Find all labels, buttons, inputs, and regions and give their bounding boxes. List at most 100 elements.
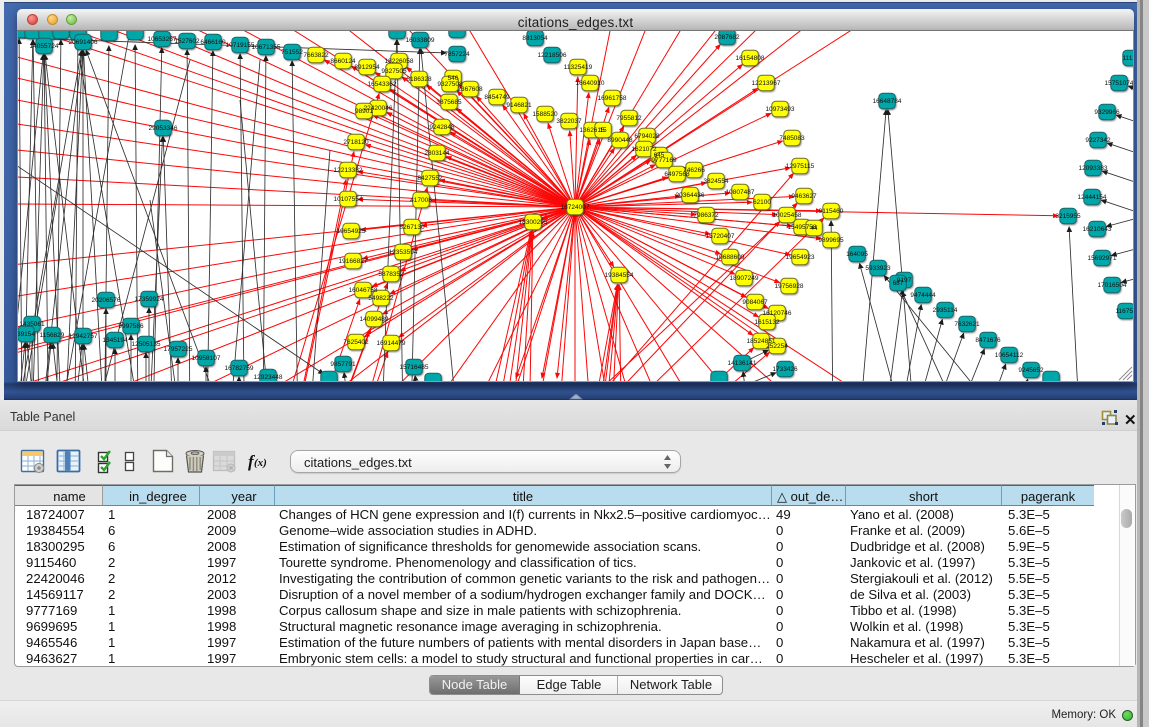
svg-text:9857791: 9857791 bbox=[330, 361, 356, 368]
svg-text:16046758: 16046758 bbox=[349, 287, 378, 294]
svg-text:417008: 417008 bbox=[410, 197, 432, 204]
svg-text:5498222: 5498222 bbox=[368, 295, 394, 302]
svg-text:16648784: 16648784 bbox=[873, 98, 902, 105]
svg-text:8660124: 8660124 bbox=[330, 58, 356, 65]
svg-text:10654112: 10654112 bbox=[995, 352, 1024, 359]
svg-text:15692971: 15692971 bbox=[1088, 255, 1117, 262]
svg-text:5878352: 5878352 bbox=[378, 271, 404, 278]
svg-text:15716485: 15716485 bbox=[400, 364, 429, 371]
svg-text:7632621: 7632621 bbox=[954, 321, 980, 328]
svg-text:7485083: 7485083 bbox=[779, 135, 805, 142]
svg-text:9474444: 9474444 bbox=[910, 292, 936, 299]
svg-text:252254: 252254 bbox=[766, 343, 788, 350]
svg-text:9084067: 9084067 bbox=[742, 299, 768, 306]
svg-text:18226058: 18226058 bbox=[385, 58, 414, 65]
svg-text:9329966: 9329966 bbox=[1094, 109, 1120, 116]
svg-text:3822037: 3822037 bbox=[556, 118, 582, 125]
svg-text:29053346: 29053346 bbox=[149, 125, 178, 132]
svg-text:8912954: 8912954 bbox=[354, 64, 380, 71]
svg-text:9146821: 9146821 bbox=[506, 102, 532, 109]
svg-text:16961758: 16961758 bbox=[598, 95, 627, 102]
svg-text:10807487: 10807487 bbox=[726, 189, 755, 196]
svg-text:16120746: 16120746 bbox=[763, 310, 792, 317]
svg-text:687: 687 bbox=[893, 280, 904, 287]
svg-text:62100: 62100 bbox=[753, 199, 771, 206]
svg-text:20364436: 20364436 bbox=[676, 192, 705, 199]
svg-text:12975115: 12975115 bbox=[786, 163, 815, 170]
svg-text:16914479: 16914479 bbox=[377, 340, 406, 347]
svg-text:6466160: 6466160 bbox=[200, 39, 226, 46]
svg-text:16154808: 16154808 bbox=[736, 55, 765, 62]
svg-text:3875685: 3875685 bbox=[436, 99, 462, 106]
svg-text:9997586: 9997586 bbox=[118, 323, 144, 330]
svg-text:17957225: 17957225 bbox=[164, 346, 193, 353]
svg-text:12218506: 12218506 bbox=[538, 52, 567, 59]
svg-text:2087682: 2087682 bbox=[714, 34, 740, 41]
svg-text:12444154: 12444154 bbox=[1078, 194, 1107, 201]
svg-text:12213967: 12213967 bbox=[752, 80, 781, 87]
svg-text:20691406: 20691406 bbox=[69, 39, 98, 46]
svg-text:8454749: 8454749 bbox=[484, 94, 510, 101]
svg-text:10025458: 10025458 bbox=[773, 212, 802, 219]
svg-text:10973493: 10973493 bbox=[766, 106, 795, 113]
svg-text:8990448: 8990448 bbox=[607, 137, 633, 144]
svg-text:19654925: 19654925 bbox=[337, 228, 366, 235]
svg-text:10719155: 10719155 bbox=[226, 42, 255, 49]
svg-text:8267130: 8267130 bbox=[399, 224, 425, 231]
svg-text:19166827: 19166827 bbox=[339, 258, 368, 265]
svg-text:164095: 164095 bbox=[846, 251, 868, 258]
svg-text:39154: 39154 bbox=[17, 331, 35, 338]
svg-text:7663822: 7663822 bbox=[303, 52, 329, 59]
svg-text:9463627: 9463627 bbox=[791, 193, 817, 200]
svg-text:12093383: 12093383 bbox=[1079, 165, 1108, 172]
svg-text:14055724: 14055724 bbox=[30, 43, 59, 50]
svg-text:6794028: 6794028 bbox=[634, 133, 660, 140]
svg-text:18907249: 18907249 bbox=[730, 275, 759, 282]
svg-text:18300295: 18300295 bbox=[519, 219, 548, 226]
svg-text:1435061: 1435061 bbox=[19, 321, 45, 328]
svg-text:17359924: 17359924 bbox=[135, 296, 164, 303]
svg-text:1156829: 1156829 bbox=[40, 332, 65, 339]
svg-text:3824554: 3824554 bbox=[703, 178, 729, 185]
svg-text:44: 44 bbox=[810, 225, 818, 232]
svg-text:98901: 98901 bbox=[355, 108, 373, 115]
svg-text:2367608: 2367608 bbox=[457, 86, 483, 93]
svg-text:16033809: 16033809 bbox=[406, 37, 435, 44]
svg-text:18724007: 18724007 bbox=[561, 204, 590, 211]
svg-text:10958107: 10958107 bbox=[192, 355, 221, 362]
svg-text:9245652: 9245652 bbox=[1018, 367, 1044, 374]
svg-text:7857224: 7857224 bbox=[444, 51, 470, 58]
svg-text:(x): (x) bbox=[254, 457, 267, 469]
svg-text:1615132: 1615132 bbox=[754, 319, 780, 326]
svg-text:3215955: 3215955 bbox=[1055, 213, 1081, 220]
svg-text:14099489: 14099489 bbox=[360, 316, 389, 323]
svg-text:9899695: 9899695 bbox=[818, 237, 844, 244]
svg-text:8427552: 8427552 bbox=[417, 175, 443, 182]
svg-text:751552: 751552 bbox=[281, 49, 303, 56]
svg-text:12942757: 12942757 bbox=[69, 333, 98, 340]
svg-text:10107554: 10107554 bbox=[334, 196, 363, 203]
svg-text:2935114: 2935114 bbox=[933, 307, 958, 314]
svg-text:5933923: 5933923 bbox=[865, 265, 891, 272]
svg-text:19654923: 19654923 bbox=[786, 254, 815, 261]
svg-text:16640910: 16640910 bbox=[576, 80, 605, 87]
svg-text:9327505: 9327505 bbox=[381, 68, 407, 75]
svg-text:12213382: 12213382 bbox=[334, 167, 363, 174]
svg-text:15: 15 bbox=[599, 127, 607, 134]
svg-text:116753: 116753 bbox=[1115, 308, 1134, 315]
svg-text:10688609: 10688609 bbox=[716, 254, 745, 261]
svg-text:7986372: 7986372 bbox=[693, 212, 719, 219]
svg-text:16782759: 16782759 bbox=[225, 365, 254, 372]
svg-text:12505135: 12505135 bbox=[132, 341, 161, 348]
svg-text:8186328: 8186328 bbox=[406, 76, 432, 83]
svg-text:10653267: 10653267 bbox=[148, 36, 177, 43]
svg-text:19756928: 19756928 bbox=[775, 283, 804, 290]
svg-text:1733426: 1733426 bbox=[772, 366, 798, 373]
svg-text:7625402: 7625402 bbox=[343, 339, 369, 346]
svg-text:1345194: 1345194 bbox=[102, 337, 128, 344]
svg-text:8813054: 8813054 bbox=[522, 35, 548, 42]
svg-text:10671355: 10671355 bbox=[252, 44, 281, 51]
svg-text:20206576: 20206576 bbox=[92, 297, 121, 304]
svg-text:1527602: 1527602 bbox=[174, 38, 200, 45]
svg-text:9242848: 9242848 bbox=[429, 124, 455, 131]
